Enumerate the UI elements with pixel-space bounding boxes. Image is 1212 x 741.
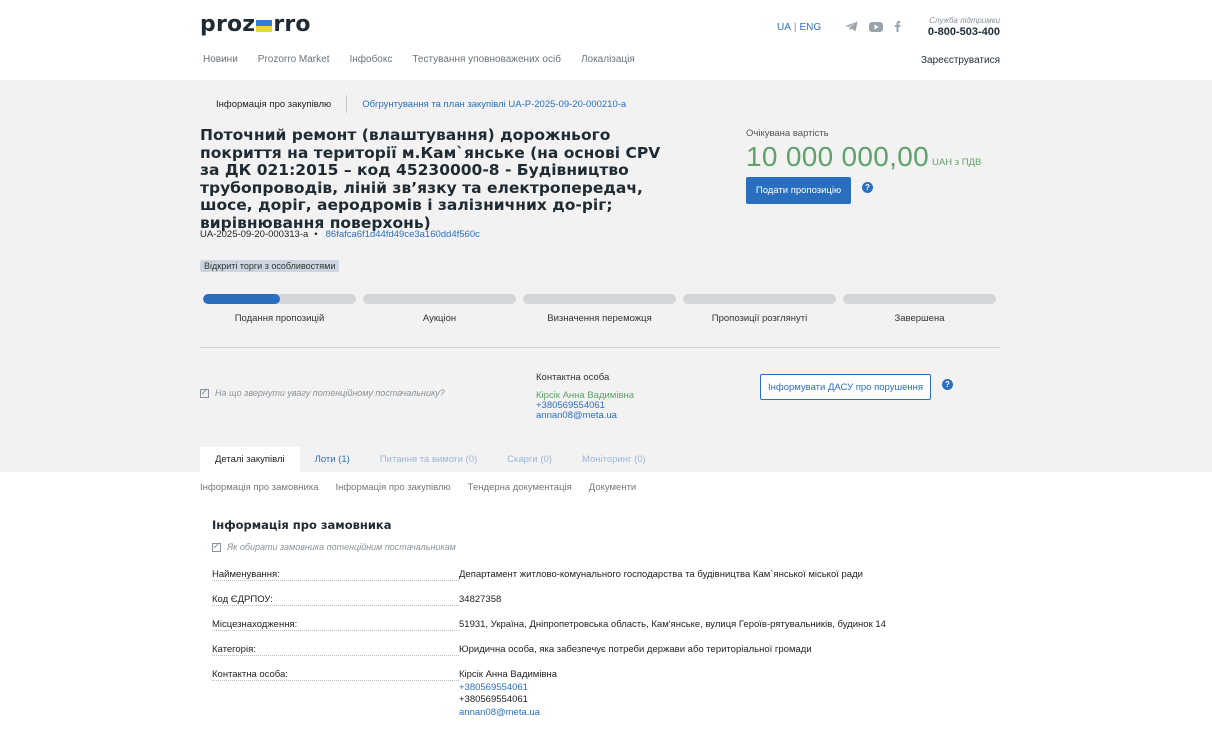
tender-id: UA-2025-09-20-000313-a: [200, 229, 309, 240]
stage-label: Визначення переможця: [547, 313, 652, 324]
tab-details[interactable]: Деталі закупівлі: [200, 447, 300, 472]
info-value: Юридична особа, яка забезпечує потреби д…: [459, 644, 812, 655]
info-row: Код ЄДРПОУ: 34827358: [212, 594, 892, 608]
help-icon[interactable]: ?: [862, 182, 873, 193]
external-link-icon: [200, 388, 209, 398]
nav-item-localization[interactable]: Локалізація: [581, 54, 635, 65]
subnav-divider: [346, 95, 348, 113]
progress-fill: [203, 294, 280, 304]
progress-segment: [843, 294, 996, 304]
tender-title: Поточний ремонт (влаштування) дорожнього…: [200, 126, 661, 232]
nav-item-news[interactable]: Новини: [203, 54, 238, 65]
info-key: Код ЄДРПОУ:: [212, 594, 459, 606]
info-row-contact: Контактна особа: Кірсік Анна Вадимівна +…: [212, 669, 892, 720]
subtab-tender-docs[interactable]: Тендерна документація: [468, 482, 572, 493]
contact-row-name: Кірсік Анна Вадимівна: [459, 669, 558, 680]
main-nav: Новини Prozorro Market Інфобокс Тестуван…: [203, 54, 635, 65]
info-value-contact: Кірсік Анна Вадимівна +380569554061 +380…: [459, 669, 557, 719]
nav-item-testing[interactable]: Тестування уповноважених осіб: [412, 54, 561, 65]
subnav-current[interactable]: Інформація про закупівлю: [216, 99, 331, 110]
nav-item-market[interactable]: Prozorro Market: [258, 54, 330, 65]
stage-label: Пропозиції розглянуті: [711, 313, 808, 324]
subnav-plan-link[interactable]: Обгрунтування та план закупівлі UA-P-202…: [362, 99, 626, 110]
info-key: Місцезнаходження:: [212, 619, 459, 631]
support-block: Служба підтримки 0-800-503-400: [928, 16, 1000, 38]
info-value: Департамент житлово-комунального господа…: [459, 569, 863, 580]
customer-section-title: Інформація про замовника: [212, 518, 392, 532]
progress-segment: [683, 294, 836, 304]
info-key: Контактна особа:: [212, 669, 459, 681]
tab-lots[interactable]: Лоти (1): [300, 447, 365, 472]
tender-tabs: Деталі закупівлі Лоти (1) Питання та вим…: [200, 447, 661, 472]
customer-hint-link[interactable]: Як обирати замовника потенційним постача…: [212, 542, 456, 552]
info-key: Найменування:: [212, 569, 459, 581]
facebook-icon[interactable]: [894, 21, 901, 35]
ukraine-flag-icon: [256, 19, 273, 32]
lang-ua-link[interactable]: UA: [777, 22, 791, 33]
youtube-icon[interactable]: [869, 21, 883, 35]
subtab-customer-info[interactable]: Інформація про замовника: [200, 482, 318, 493]
info-row: Місцезнаходження: 51931, Україна, Дніпро…: [212, 619, 892, 633]
support-label: Служба підтримки: [929, 16, 1000, 25]
tender-hash-link[interactable]: 86fafca6f1d44fd49ce3a160dd4f560c: [326, 229, 480, 240]
info-value: 51931, Україна, Дніпропетровська область…: [459, 619, 886, 630]
detail-subtabs: Інформація про замовника Інформація про …: [200, 482, 636, 493]
procedure-type-badge: Відкриті торги з особливостями: [200, 260, 340, 272]
external-link-icon: [212, 542, 221, 552]
customer-hint-text[interactable]: Як обирати замовника потенційним постача…: [227, 542, 456, 552]
site-header: proz rro UA | ENG Служба підтримки 0-800-50…: [0, 0, 1212, 80]
progress-segment: [523, 294, 676, 304]
stage-label: Завершена: [894, 313, 945, 324]
progress-segment: [363, 294, 516, 304]
social-links: [845, 21, 901, 35]
subtab-tender-info[interactable]: Інформація про закупівлю: [335, 482, 450, 493]
divider: [200, 347, 1000, 348]
info-row: Категорія: Юридична особа, яка забезпечу…: [212, 644, 892, 658]
expected-value-unit: UAH з ПДВ: [932, 157, 982, 168]
report-violation-button[interactable]: Інформувати ДАСУ про порушення: [760, 374, 931, 400]
contact-label: Контактна особа: [536, 372, 610, 383]
lang-separator: |: [793, 22, 797, 33]
expected-value-amount: 10 000 000,00: [746, 141, 929, 172]
support-phone[interactable]: 0-800-503-400: [928, 26, 1000, 38]
stage-label: Аукціон: [422, 313, 457, 324]
tab-monitoring[interactable]: Моніторинг (0): [567, 447, 661, 472]
progress-segment: [203, 294, 356, 304]
submit-bid-button[interactable]: Подати пропозицію: [746, 177, 851, 204]
info-key: Категорія:: [212, 644, 459, 656]
contact-row-email-link[interactable]: annan08@meta.ua: [459, 707, 540, 718]
stage-labels: Подання пропозицій Аукціон Визначення пе…: [203, 313, 996, 324]
contact-block: Контактна особа Кірсік Анна Вадимівна +3…: [536, 373, 634, 421]
subtab-documents[interactable]: Документи: [589, 482, 636, 493]
telegram-icon[interactable]: [845, 21, 858, 35]
stage-progress-bar: [203, 294, 996, 304]
lang-eng-link[interactable]: ENG: [800, 22, 822, 33]
expected-value-label: Очікувана вартість: [746, 128, 829, 139]
info-row: Найменування: Департамент житлово-комуна…: [212, 569, 892, 583]
contact-email-link[interactable]: annan08@meta.ua: [536, 410, 617, 421]
language-switcher: UA | ENG: [777, 22, 821, 33]
tender-ids: UA-2025-09-20-000313-a • 86fafca6f1d44fd…: [200, 229, 480, 240]
supplier-hint-link[interactable]: На що звернути увагу потенційному постач…: [200, 388, 445, 398]
stage-label: Подання пропозицій: [234, 313, 325, 324]
prozorro-logo[interactable]: proz rro: [200, 12, 311, 37]
tab-complaints[interactable]: Скарги (0): [492, 447, 567, 472]
supplier-hint-text[interactable]: На що звернути увагу потенційному постач…: [215, 388, 445, 398]
contact-row-phone-link[interactable]: +380569554061: [459, 682, 528, 693]
tender-subnav: Інформація про закупівлю Обгрунтування т…: [216, 95, 626, 113]
contact-row-phone: +380569554061: [459, 694, 528, 705]
nav-item-infobox[interactable]: Інфобокс: [349, 54, 392, 65]
register-link[interactable]: Зареєструватися: [921, 55, 1000, 66]
id-separator: •: [314, 229, 318, 240]
info-value: 34827358: [459, 594, 502, 605]
help-icon[interactable]: ?: [942, 379, 953, 390]
tab-questions[interactable]: Питання та вимоги (0): [365, 447, 492, 472]
